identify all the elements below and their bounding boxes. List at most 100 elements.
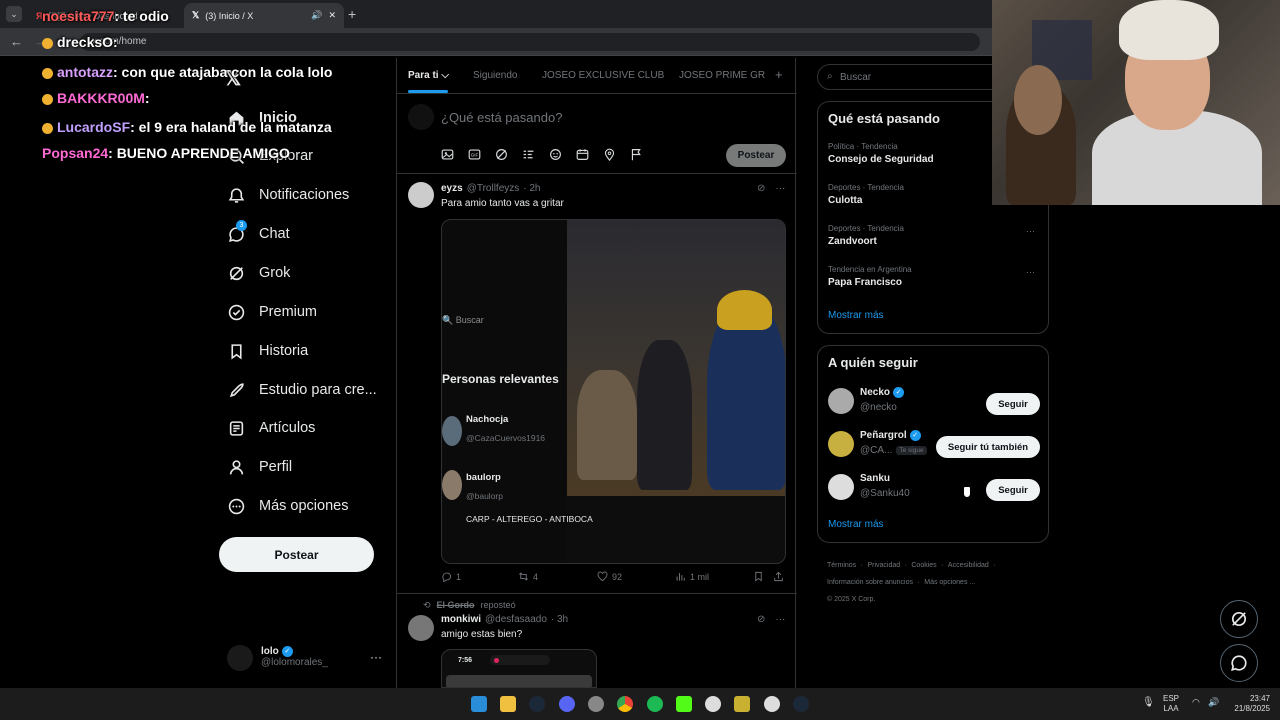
nav-item-mas[interactable]: Más opciones [227,494,348,518]
follow-back-button[interactable]: Seguir tú también [936,436,1040,458]
footer-link[interactable]: Más opciones ... [924,579,975,586]
follow-name[interactable]: Necko [860,387,890,398]
more-icon[interactable]: ··· [1026,226,1035,236]
kick-icon[interactable] [676,696,692,712]
obs-icon[interactable] [588,696,604,712]
tweet[interactable]: eyzs @Trollfeyzs · 2h ⊘ ··· Para amio ta… [397,174,797,594]
footer-link[interactable]: Cookies [911,562,936,569]
file-explorer-icon[interactable] [500,696,516,712]
avatar[interactable] [408,182,434,208]
gif-icon[interactable]: GIF [468,148,481,161]
steam-icon[interactable] [793,696,809,712]
windows-start-icon[interactable] [471,696,487,712]
ccleaner-icon[interactable] [705,696,721,712]
ccleaner-icon[interactable] [764,696,780,712]
more-icon[interactable]: ··· [1026,267,1035,277]
nav-item-perfil[interactable]: Perfil [227,455,292,479]
trend-item[interactable]: Deportes · Tendencia Zandvoort ··· [828,224,1038,247]
nav-item-notificaciones[interactable]: Notificaciones [227,183,349,207]
tweet-author[interactable]: monkiwi [441,614,481,625]
nav-item-estudio[interactable]: Estudio para cre... [227,378,377,402]
tweet-time[interactable]: · 2h [523,183,540,194]
steam-icon[interactable] [529,696,545,712]
messages-fab[interactable] [1220,644,1258,682]
nav-item-articulos[interactable]: Artículos [227,416,315,440]
chrome-icon[interactable] [617,696,633,712]
flag-icon[interactable] [630,148,643,161]
emoji-icon[interactable] [549,148,562,161]
footer-link[interactable]: Términos [827,562,856,569]
back-icon[interactable]: ← [10,34,23,49]
follow-show-more[interactable]: Mostrar más [828,519,884,530]
nav-item-grok[interactable]: Grok [227,261,290,285]
grok-fab[interactable] [1220,600,1258,638]
more-icon[interactable]: ··· [775,614,785,625]
grok-icon[interactable]: ⊘ [757,614,765,625]
tweet-author[interactable]: eyzs [441,183,463,194]
footer-link[interactable]: Información sobre anuncios [827,579,913,586]
language-indicator[interactable]: ESP LAA [1163,694,1179,714]
add-tab-icon[interactable]: + [775,67,783,82]
tweet-time[interactable]: · 3h [551,614,568,625]
compose-post-button[interactable]: Postear [726,144,786,167]
tweet-handle[interactable]: @Trollfeyzs [467,183,520,194]
tweet-media[interactable]: 🔍 Buscar Personas relevantes Nachocja @C… [441,219,786,564]
footer-link[interactable]: Accesibilidad [948,562,989,569]
post-button[interactable]: Postear [219,537,374,572]
footer-link[interactable]: Privacidad [867,562,900,569]
location-icon[interactable] [603,148,616,161]
tweet[interactable]: ⟲ El Gordo reposteó monkiwi @desfasaado … [397,594,797,688]
views-action[interactable]: 1 mil [675,571,709,582]
more-icon[interactable]: ··· [775,183,785,194]
account-switcher[interactable]: lolo ✓ @lolomorales_ [261,646,328,668]
browser-tab-x[interactable]: 𝕏 (3) Inicio / X 🔊 ✕ [184,3,344,28]
url-field[interactable]: x.com/home [80,33,980,51]
poll-icon[interactable] [522,148,535,161]
avatar[interactable] [828,431,854,457]
follow-suggestion[interactable]: Sanku @Sanku40 Seguir [818,472,1048,508]
spotify-icon[interactable] [647,696,663,712]
avatar[interactable] [828,388,854,414]
tab-joseo-exclusive[interactable]: JOSEO EXCLUSIVE CLUB [542,70,664,81]
like-action[interactable]: 92 [597,571,622,582]
follow-name[interactable]: Peñargrol [860,430,907,441]
close-tab-icon[interactable]: ✕ [328,10,336,21]
avatar[interactable] [227,645,253,671]
nav-item-premium[interactable]: Premium [227,300,317,324]
nav-item-chat[interactable]: 3 Chat [227,220,290,246]
reply-action[interactable]: 1 [441,571,461,582]
nav-item-historia[interactable]: Historia [227,339,308,363]
share-action[interactable] [773,571,784,582]
compose-input[interactable]: ¿Qué está pasando? [441,110,562,125]
follow-suggestion[interactable]: Peñargrol ✓ @CA... Te sigue Seguir tú tambié… [818,429,1048,465]
tab-para-ti[interactable]: Para ti ⌵ [408,70,449,81]
wifi-icon[interactable]: ◠ [1192,697,1200,708]
app-icon[interactable] [734,696,750,712]
audio-icon[interactable]: 🔊 [311,10,322,21]
trend-item[interactable]: Tendencia en Argentina Papa Francisco ··· [828,265,1038,288]
tab-joseo-prime[interactable]: JOSEO PRIME GR [679,70,765,81]
follow-button[interactable]: Seguir [986,393,1040,415]
repost-action[interactable]: 4 [518,571,538,582]
clock[interactable]: 23:47 21/8/2025 [1228,694,1270,714]
bookmark-action[interactable] [753,571,764,582]
grok-icon[interactable] [495,148,508,161]
tweet-handle[interactable]: @desfasaado [485,614,547,625]
discord-icon[interactable] [559,696,575,712]
follow-name[interactable]: Sanku [860,473,890,484]
microphone-icon[interactable]: 🎙 [1142,697,1155,708]
tweet-media[interactable]: 7:56 [441,649,597,688]
more-icon[interactable]: ··· [370,650,382,664]
grok-icon[interactable]: ⊘ [757,183,765,194]
avatar[interactable] [828,474,854,500]
follow-suggestion[interactable]: Necko ✓ @necko Seguir [818,386,1048,422]
new-tab-icon[interactable]: + [348,6,356,22]
follow-button[interactable]: Seguir [986,479,1040,501]
schedule-icon[interactable] [576,148,589,161]
tab-search-button[interactable]: ⌄ [6,6,22,22]
image-icon[interactable] [441,148,454,161]
tab-siguiendo[interactable]: Siguiendo [473,70,517,81]
trends-show-more[interactable]: Mostrar más [828,310,884,321]
avatar[interactable] [408,615,434,641]
volume-icon[interactable]: 🔊 [1208,697,1219,708]
